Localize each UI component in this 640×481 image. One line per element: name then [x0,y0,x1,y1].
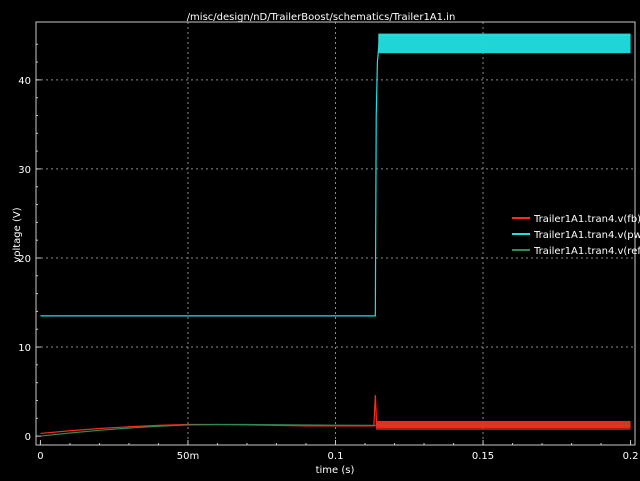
x-tick-label: 0.1 [328,451,344,462]
legend-label-pwr: Trailer1A1.tran4.v(pwr) [533,230,640,241]
y-tick-label: 40 [18,76,31,87]
y-tick-label: 10 [18,343,31,354]
y-tick-label: 30 [18,165,31,176]
plot-window: /misc/design/nD/TrailerBoost/schematics/… [0,0,640,481]
y-axis-label: voltage (V) [12,207,23,262]
series-fb-ripple [376,420,631,429]
y-tick-label: 0 [25,432,31,443]
x-axis-label: time (s) [316,465,355,476]
series-pwr-ripple [378,33,631,54]
waveform-chart: /misc/design/nD/TrailerBoost/schematics/… [0,0,640,481]
legend-label-fb: Trailer1A1.tran4.v(fb) [533,214,640,225]
x-tick-label: 0.2 [623,451,639,462]
legend-label-ref: Trailer1A1.tran4.v(ref) [533,246,640,257]
x-tick-label: 50m [177,451,199,462]
chart-title: /misc/design/nD/TrailerBoost/schematics/… [187,12,456,23]
x-tick-label: 0.15 [472,451,494,462]
x-tick-label: 0 [37,451,43,462]
